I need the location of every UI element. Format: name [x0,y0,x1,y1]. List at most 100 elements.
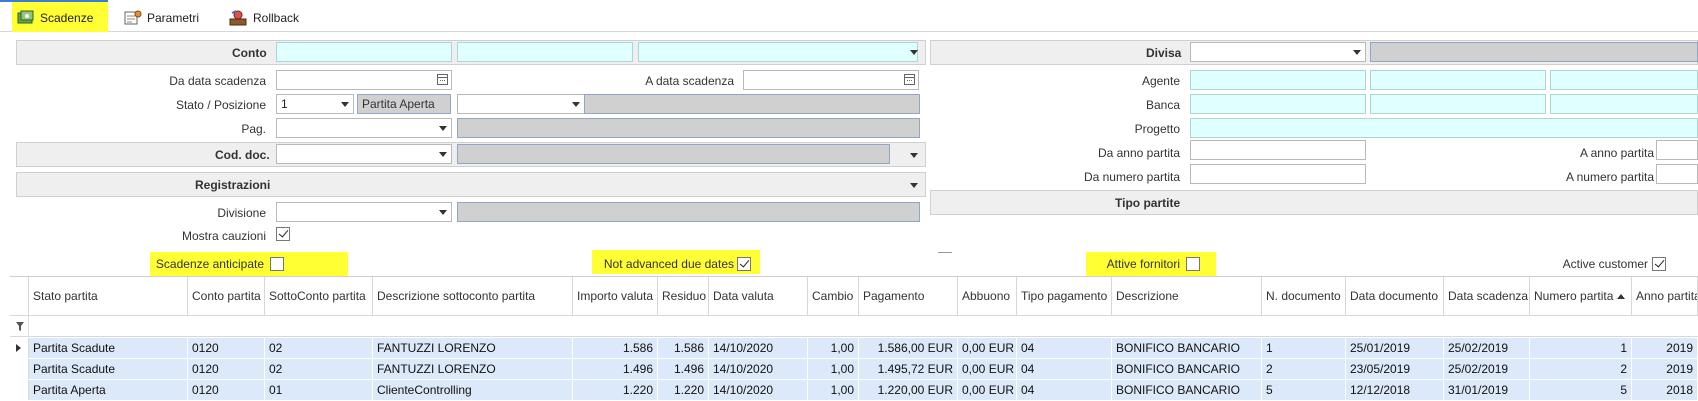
column-header-sorted[interactable]: Numero partita [1530,277,1632,316]
banca-code-field[interactable] [1190,94,1366,114]
column-header[interactable]: SottoConto partita [265,277,373,316]
table-cell: 1 [1530,338,1632,358]
conto-code-field[interactable] [276,42,452,62]
agente-subcode-field[interactable] [1370,70,1546,90]
table-cell: 0,00 EUR [958,359,1017,379]
column-header[interactable]: N. documento [1262,277,1346,316]
not-advanced-checkbox[interactable] [737,257,751,271]
conto-expand-icon[interactable] [910,50,918,55]
a-data-scadenza-field[interactable] [743,70,919,90]
table-cell: 1,00 [808,380,859,400]
table-cell: 25/01/2019 [1346,338,1444,358]
table-cell: 1,00 [808,359,859,379]
table-cell: 01 [265,380,373,400]
chevron-down-icon [439,126,447,131]
table-cell: Partita Aperta [29,380,188,400]
banca-description-field[interactable] [1550,94,1698,114]
table-cell: 1.586,00 EUR [859,338,958,358]
rollback-tab[interactable]: Rollback [228,7,299,29]
column-header[interactable]: Stato partita [29,277,188,316]
active-customer-label: Active customer [1562,257,1648,271]
column-header[interactable]: Data scadenza [1444,277,1530,316]
filter-icon [16,322,24,331]
table-cell: 1.496 [658,359,709,379]
table-cell: 2 [1262,359,1346,379]
column-header[interactable]: Cambio [808,277,859,316]
scadenze-anticipate-checkbox[interactable] [270,257,284,271]
chevron-down-icon [439,210,447,215]
table-cell: BONIFICO BANCARIO [1112,338,1262,358]
column-header[interactable]: Pagamento [859,277,958,316]
table-row[interactable]: Partita Scadute 0120 02 FANTUZZI LORENZO 1.4… [10,359,1698,379]
column-header-label: Numero partita [1534,289,1614,303]
scadenze-tab[interactable]: Scadenze [17,7,93,29]
divisione-select[interactable] [276,202,452,222]
divisa-select[interactable] [1190,42,1366,62]
scadenze-label: Scadenze [40,11,94,25]
column-header[interactable]: Tipo pagamento [1017,277,1112,316]
column-header[interactable]: Data valuta [709,277,808,316]
column-header[interactable]: Data documento [1346,277,1444,316]
table-row[interactable]: Partita Aperta 0120 01 ClienteControlling 1.… [10,380,1698,400]
mostra-cauzioni-checkbox[interactable] [276,227,290,241]
scadenze-grid: Stato partita Conto partita SottoConto p… [10,276,1698,401]
cod-doc-description-field [457,144,890,164]
cod-doc-label: Cod. doc. [215,148,270,162]
table-cell: 04 [1017,359,1112,379]
attive-fornitori-checkbox[interactable] [1186,257,1200,271]
calendar-icon[interactable] [437,74,448,85]
table-cell: 0120 [188,338,265,358]
rollback-label: Rollback [253,11,300,25]
stato-text-field: Partita Aperta [357,94,451,114]
filter-icon-cell[interactable] [10,316,29,337]
column-header[interactable]: Residuo [658,277,709,316]
table-cell: 1.220 [658,380,709,400]
pag-select[interactable] [276,118,452,138]
da-data-scadenza-field[interactable] [276,70,452,90]
splitter[interactable] [938,252,952,253]
cod-doc-expand-icon[interactable] [910,153,918,158]
active-customer-checkbox[interactable] [1652,257,1666,271]
a-numero-partita-label: A numero partita [1565,170,1654,184]
stato-select[interactable]: 1 [276,94,354,114]
table-cell: 1,00 [808,338,859,358]
attive-fornitori-label: Attive fornitori [1106,257,1180,271]
parametri-tab[interactable]: Parametri [124,7,199,29]
stato-text-value: Partita Aperta [362,97,435,111]
conto-description-field[interactable] [638,42,918,62]
tipo-partite-bar [930,190,1698,215]
progetto-field[interactable] [1190,118,1698,138]
agente-description-field[interactable] [1550,70,1698,90]
table-cell: 0120 [188,359,265,379]
chevron-down-icon [341,102,349,107]
da-anno-partita-field[interactable] [1190,140,1366,160]
banca-subcode-field[interactable] [1370,94,1546,114]
toolbar: Scadenze Parametri Rollback [0,0,1698,32]
table-cell: 2019 [1632,359,1698,379]
column-header[interactable]: Anno partita [1632,277,1698,316]
conto-subcode-field[interactable] [457,42,633,62]
progetto-label: Progetto [1134,122,1180,136]
column-header[interactable]: Descrizione [1112,277,1262,316]
column-header[interactable]: Importo valuta [573,277,658,316]
da-numero-partita-field[interactable] [1190,164,1366,184]
parametri-icon [124,10,142,25]
registrazioni-label: Registrazioni [195,178,271,192]
not-advanced-label: Not advanced due dates [603,257,734,271]
table-cell: 12/12/2018 [1346,380,1444,400]
posizione-select[interactable] [457,94,585,114]
table-row[interactable]: Partita Scadute 0120 02 FANTUZZI LORENZO 1.5… [10,338,1698,358]
table-cell: Partita Scadute [29,338,188,358]
agente-code-field[interactable] [1190,70,1366,90]
table-cell: 04 [1017,380,1112,400]
cod-doc-select[interactable] [276,144,452,164]
column-header[interactable]: Conto partita [188,277,265,316]
a-anno-partita-field[interactable] [1656,140,1698,160]
column-header[interactable]: Descrizione sottoconto partita [373,277,573,316]
table-cell: 2019 [1632,338,1698,358]
a-numero-partita-field[interactable] [1656,164,1698,184]
calendar-icon[interactable] [904,74,915,85]
table-cell: Partita Scadute [29,359,188,379]
column-header[interactable]: Abbuono [958,277,1017,316]
registrazioni-expand-icon[interactable] [910,183,918,188]
